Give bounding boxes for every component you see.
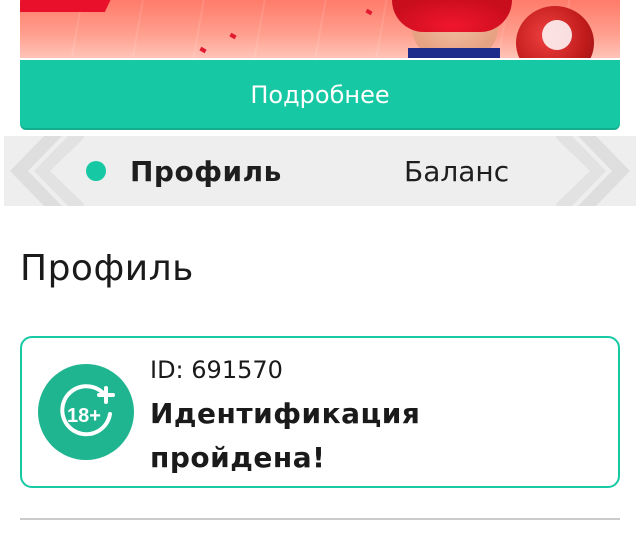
more-button[interactable]: Подробнее: [20, 60, 620, 130]
identification-status: Идентификация пройдена!: [150, 397, 421, 474]
divider: [20, 518, 620, 520]
badge-text: 18+: [67, 405, 101, 427]
chevron-right-icon[interactable]: [556, 136, 636, 206]
page: Подробнее Профиль Баланс Профиль 18+ ID:…: [0, 0, 640, 560]
profile-card: 18+ ID: 691570 Идентификация пройдена!: [20, 336, 620, 488]
tab-strip: Профиль Баланс: [4, 136, 636, 206]
promo-player-shorts: [408, 48, 500, 58]
ball-logo-icon: [542, 20, 572, 50]
age-18-plus-icon: 18+: [38, 364, 134, 460]
tab-profile-label: Профиль: [130, 154, 282, 188]
promo-banner[interactable]: [20, 0, 620, 58]
tab-balance-label: Баланс: [404, 154, 510, 188]
promo-player-top: [392, 0, 512, 32]
tab-balance[interactable]: Баланс: [404, 136, 509, 206]
more-button-label: Подробнее: [250, 81, 390, 109]
chevron-left-icon[interactable]: [4, 136, 84, 206]
user-id: ID: 691570: [150, 356, 283, 384]
tab-profile[interactable]: Профиль: [86, 136, 282, 206]
page-title: Профиль: [20, 248, 194, 289]
age-18-plus-icon-graphic: 18+: [60, 384, 115, 437]
active-dot-icon: [86, 161, 106, 181]
banner-red-shape: [20, 0, 116, 12]
